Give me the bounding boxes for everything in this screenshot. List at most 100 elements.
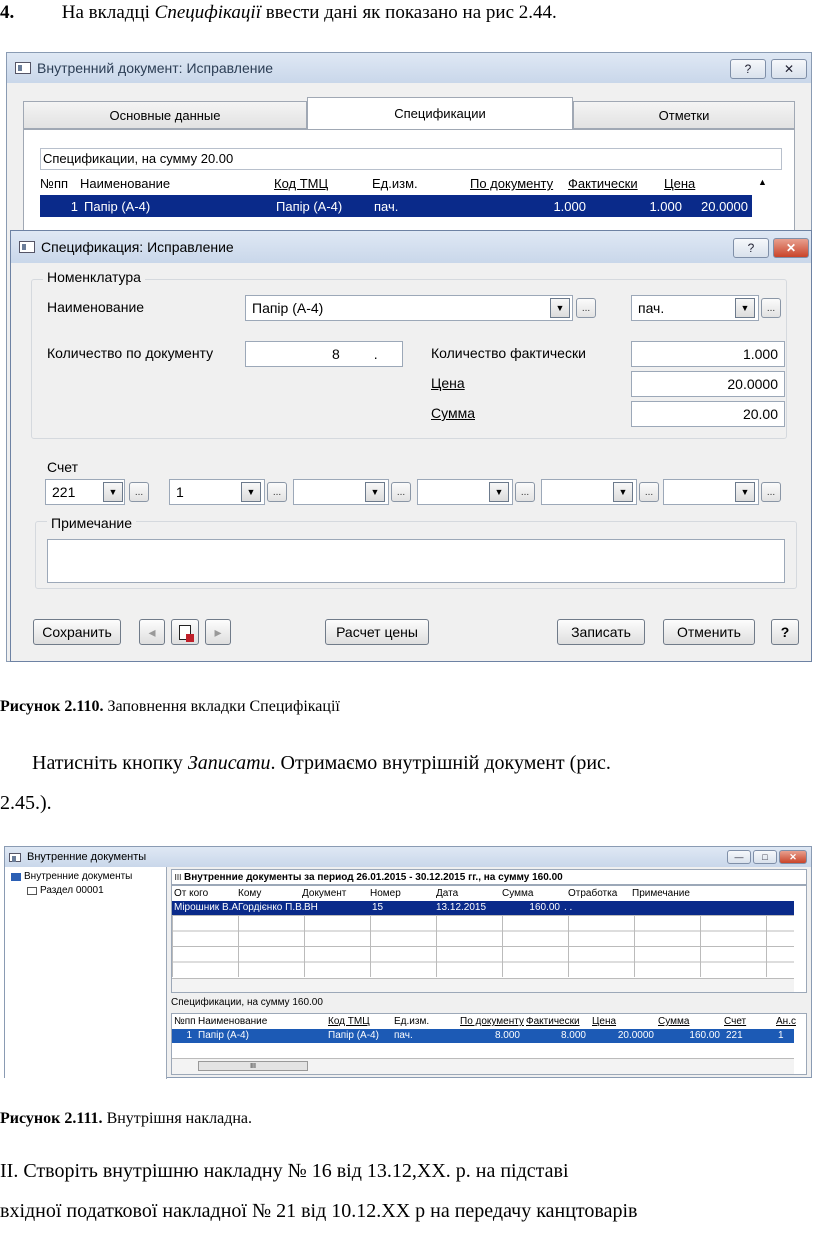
- name-select-button[interactable]: ...: [576, 298, 596, 318]
- outer-help-button[interactable]: ?: [730, 59, 766, 79]
- para-2-text-a: Натисніть кнопку: [32, 752, 188, 774]
- collapse-icon[interactable]: III: [172, 873, 184, 882]
- name-input[interactable]: Папір (А-4): [245, 295, 573, 321]
- tree-root[interactable]: Внутренние документы: [11, 871, 132, 882]
- account-dropdown-6[interactable]: ▼: [735, 482, 755, 502]
- spec2-row-unit: пач.: [394, 1030, 413, 1041]
- intro-text-before: На вкладці: [61, 2, 155, 23]
- col-document: Документ: [302, 888, 347, 899]
- col-number: Номер: [370, 888, 401, 899]
- qty-fact-label: Количество фактически: [431, 345, 586, 361]
- spec2-col-sum: Сумма: [658, 1016, 690, 1027]
- spec2-h-scrollbar[interactable]: III: [172, 1058, 794, 1074]
- caption-1-text: Заповнення вкладки Специфікації: [103, 698, 340, 715]
- account-select-3[interactable]: ...: [391, 482, 411, 502]
- qty-doc-value: 8: [332, 346, 340, 362]
- window-icon: [9, 852, 21, 862]
- account-select-5[interactable]: ...: [639, 482, 659, 502]
- tab-marks[interactable]: Отметки: [573, 101, 795, 129]
- tree-child[interactable]: Раздел 00001: [27, 885, 104, 896]
- docs-grid: От кого Кому Документ Номер Дата Сумма О…: [171, 885, 807, 993]
- spec2-col-account: Счет: [724, 1016, 747, 1027]
- docs-titlebar: Внутренние документы: [5, 847, 811, 867]
- row-number: 15: [372, 902, 384, 913]
- price-label: Цена: [431, 375, 465, 391]
- para-3-line-2: вхідної податкової накладної № 21 від 10…: [0, 1200, 638, 1222]
- spec2-grid: №пп Наименование Код ТМЦ Ед.изм. По доку…: [171, 1013, 807, 1075]
- col-price: Цена: [664, 176, 696, 191]
- help-button[interactable]: ?: [771, 619, 799, 645]
- dialog-close-button[interactable]: ✕: [773, 238, 809, 258]
- col-npp: №пп: [40, 176, 69, 191]
- account-select-4[interactable]: ...: [515, 482, 535, 502]
- account-select-6[interactable]: ...: [761, 482, 781, 502]
- name-dropdown-button[interactable]: ▼: [550, 298, 570, 318]
- cell-npp: 1: [70, 198, 78, 214]
- account-dropdown-2[interactable]: ▼: [241, 482, 261, 502]
- account-dropdown-5[interactable]: ▼: [613, 482, 633, 502]
- col-processing: Отработка: [568, 888, 618, 899]
- caption-2-label: Рисунок 2.111.: [0, 1110, 103, 1127]
- col-code: Код ТМЦ: [274, 176, 329, 191]
- account-dropdown-3[interactable]: ▼: [365, 482, 385, 502]
- intro-paragraph: 4. На вкладці Специфікації ввести дані я…: [0, 2, 557, 24]
- spec2-row-code: Папір (А-4): [328, 1030, 379, 1041]
- para-3-line-1: ІІ. Створіть внутрішню накладну № 16 від…: [0, 1160, 569, 1182]
- tab-specifications[interactable]: Спецификации: [307, 97, 573, 129]
- docs-grid-header: От кого Кому Документ Номер Дата Сумма О…: [172, 886, 792, 901]
- new-document-icon[interactable]: [171, 619, 199, 645]
- sum-input[interactable]: 20.00: [631, 401, 785, 427]
- minimize-button[interactable]: —: [727, 850, 751, 864]
- spec2-row-selected[interactable]: 1 Папір (А-4) Папір (А-4) пач. 8.000 8.0…: [172, 1029, 794, 1043]
- caption-1-label: Рисунок 2.110.: [0, 698, 104, 715]
- dialog-help-button[interactable]: ?: [733, 238, 769, 258]
- cell-name: Папір (А-4): [84, 198, 151, 214]
- tab-basic-data[interactable]: Основные данные: [23, 101, 307, 129]
- row-from: Мірошник В.А.: [174, 902, 241, 913]
- docs-h-scrollbar[interactable]: [172, 978, 794, 992]
- save-button[interactable]: Сохранить: [33, 619, 121, 645]
- account-select-2[interactable]: ...: [267, 482, 287, 502]
- spec2-col-price: Цена: [592, 1016, 617, 1027]
- next-button[interactable]: ▸: [205, 619, 231, 645]
- col-sum: Сумма: [502, 888, 534, 899]
- row-processing: . .: [564, 902, 573, 913]
- outer-titlebar: Внутренний документ: Исправление: [7, 53, 811, 83]
- scroll-thumb[interactable]: III: [198, 1061, 308, 1071]
- cell-price: 20.0000: [701, 198, 748, 214]
- grid-row-selected[interactable]: 1 Папір (А-4) Папір (А-4) пач. 1.000 1.0…: [40, 195, 752, 217]
- caption-2-text: Внутрішня накладна.: [102, 1110, 252, 1127]
- maximize-button[interactable]: □: [753, 850, 777, 864]
- account-dropdown-4[interactable]: ▼: [489, 482, 509, 502]
- price-input[interactable]: 20.0000: [631, 371, 785, 397]
- dialog-title: Спецификация: Исправление: [41, 239, 234, 255]
- outer-close-button[interactable]: ✕: [771, 59, 807, 79]
- tree-child-label: Раздел 00001: [40, 885, 104, 896]
- dialog-titlebar: Спецификация: Исправление: [11, 231, 811, 263]
- account-dropdown-1[interactable]: ▼: [103, 482, 123, 502]
- unit-dropdown-button[interactable]: ▼: [735, 298, 755, 318]
- qty-doc-input[interactable]: 8 .: [245, 341, 403, 367]
- col-fact: Фактически: [568, 176, 638, 191]
- sum-label: Сумма: [431, 405, 475, 421]
- docs-row-selected[interactable]: Мірошник В.А. Гордієнко П.В. ВН 15 13.12…: [172, 901, 794, 915]
- spec2-col-by-doc: По документу: [460, 1016, 524, 1027]
- scroll-up-icon[interactable]: ▲: [758, 177, 767, 187]
- docs-header-text: Внутренние документы за период 26.01.201…: [184, 871, 563, 883]
- para-2-text-b: . Отримаємо внутрішній документ (рис.: [270, 752, 611, 774]
- caption-1: Рисунок 2.110. Заповнення вкладки Специф…: [0, 698, 340, 716]
- spec2-col-analytic: Ан.с: [776, 1016, 796, 1027]
- calc-price-button[interactable]: Расчет цены: [325, 619, 429, 645]
- write-button[interactable]: Записать: [557, 619, 645, 645]
- note-textarea[interactable]: [47, 539, 785, 583]
- window-close-button[interactable]: ✕: [779, 850, 807, 864]
- account-select-1[interactable]: ...: [129, 482, 149, 502]
- unit-select-button[interactable]: ...: [761, 298, 781, 318]
- spec2-row-analytic: 1: [778, 1030, 784, 1041]
- qty-fact-input[interactable]: 1.000: [631, 341, 785, 367]
- spec2-grid-header: №пп Наименование Код ТМЦ Ед.изм. По доку…: [172, 1014, 796, 1029]
- intro-text-after: ввести дані як показано на рис 2.44.: [261, 2, 557, 23]
- prev-button[interactable]: ◂: [139, 619, 165, 645]
- document-icon: [19, 241, 35, 253]
- cancel-button[interactable]: Отменить: [663, 619, 755, 645]
